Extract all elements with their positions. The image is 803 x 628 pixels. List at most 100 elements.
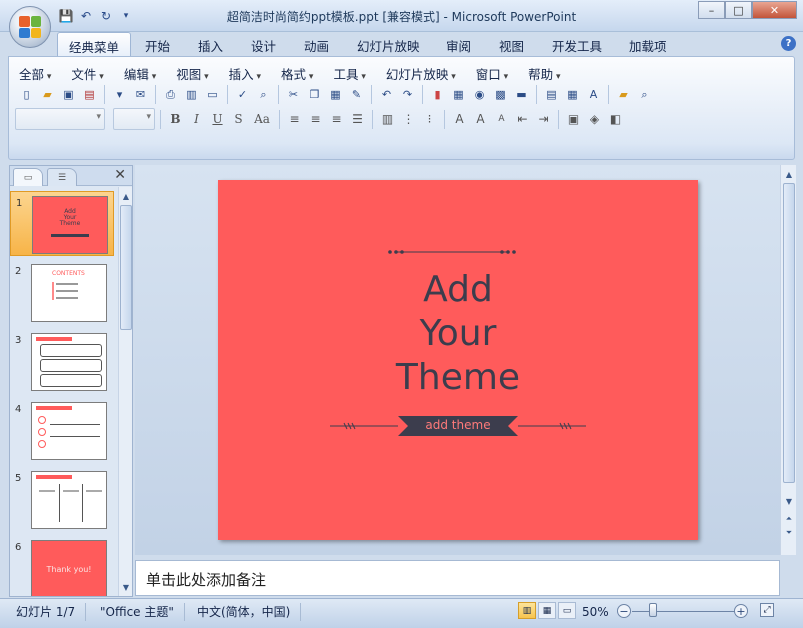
scroll-thumb[interactable] bbox=[120, 205, 132, 330]
bullets-icon[interactable]: ⁝ bbox=[420, 110, 439, 129]
slide-thumbnail-6[interactable]: 6 Thank you! bbox=[10, 536, 114, 596]
layout-icon[interactable]: ▭ bbox=[203, 85, 222, 104]
thumbnail-scrollbar[interactable]: ▲ ▼ bbox=[118, 187, 132, 596]
slideshow-icon[interactable]: ▭ bbox=[558, 602, 576, 619]
scroll-up-icon[interactable]: ▲ bbox=[120, 190, 132, 202]
print-icon[interactable]: ⎙ bbox=[161, 85, 180, 104]
align-left-icon[interactable]: ≡ bbox=[285, 110, 304, 129]
slide-thumbnail-1[interactable]: 1 Add Your Theme bbox=[10, 191, 114, 256]
print-preview-icon[interactable]: ▥ bbox=[182, 85, 201, 104]
maximize-button[interactable]: □ bbox=[725, 1, 752, 19]
menu-file[interactable]: 文件 bbox=[71, 64, 103, 83]
save-as-icon[interactable]: ▤ bbox=[80, 85, 99, 104]
notes-pane[interactable]: 单击此处添加备注 bbox=[135, 560, 780, 596]
tab-insert[interactable]: 插入 bbox=[198, 36, 223, 55]
new-slide-icon[interactable]: ▤ bbox=[542, 85, 561, 104]
table-icon[interactable]: ▦ bbox=[449, 85, 468, 104]
zoom-level[interactable]: 50% bbox=[582, 605, 609, 619]
help-icon[interactable]: ? bbox=[781, 36, 796, 51]
menu-slideshow[interactable]: 幻灯片放映 bbox=[386, 64, 456, 83]
menu-format[interactable]: 格式 bbox=[281, 64, 313, 83]
italic-button[interactable]: I bbox=[187, 110, 206, 129]
menu-edit[interactable]: 编辑 bbox=[124, 64, 156, 83]
layout-grid-icon[interactable]: ▦ bbox=[563, 85, 582, 104]
minimize-button[interactable]: – bbox=[698, 1, 725, 19]
slide-thumbnail-3[interactable]: 3 bbox=[10, 329, 114, 394]
undo-icon[interactable]: ↶ bbox=[377, 85, 396, 104]
tab-home[interactable]: 开始 bbox=[145, 36, 170, 55]
zoom-slider[interactable] bbox=[632, 611, 736, 612]
notes-placeholder[interactable]: 单击此处添加备注 bbox=[146, 569, 266, 590]
permission-icon[interactable]: ▾ bbox=[110, 85, 129, 104]
columns-icon[interactable]: ▥ bbox=[378, 110, 397, 129]
decrease-font-icon[interactable]: A bbox=[492, 110, 511, 129]
office-button[interactable] bbox=[9, 6, 51, 48]
copy-icon[interactable]: ❐ bbox=[305, 85, 324, 104]
increase-indent-icon[interactable]: ⇥ bbox=[534, 110, 553, 129]
slide-thumbnail-4[interactable]: 4 bbox=[10, 398, 114, 463]
language-indicator[interactable]: 中文(简体，中国) bbox=[197, 603, 302, 621]
shadow-button[interactable]: S bbox=[229, 110, 248, 129]
justify-icon[interactable]: ☰ bbox=[348, 110, 367, 129]
research-icon[interactable]: ⌕ bbox=[254, 85, 273, 104]
save-icon[interactable]: ▣ bbox=[59, 85, 78, 104]
decrease-indent-icon[interactable]: ⇤ bbox=[513, 110, 532, 129]
outline-tab-icon[interactable]: ☰ bbox=[47, 168, 77, 186]
close-button[interactable]: ✕ bbox=[752, 1, 797, 19]
theme-name[interactable]: "Office 主题" bbox=[100, 603, 185, 621]
new-icon[interactable]: ▯ bbox=[17, 85, 36, 104]
arrange-icon[interactable]: ▣ bbox=[564, 110, 583, 129]
chart-icon[interactable]: ▮ bbox=[428, 85, 447, 104]
next-slide-icon[interactable]: ⏷ bbox=[783, 527, 795, 539]
scroll-down-icon[interactable]: ▼ bbox=[120, 581, 132, 593]
slide-canvas[interactable]: Add Your Theme add theme bbox=[218, 180, 698, 540]
scroll-thumb[interactable] bbox=[783, 183, 795, 483]
zoom-in-icon[interactable]: + bbox=[734, 604, 748, 618]
bold-button[interactable]: B bbox=[166, 110, 185, 129]
align-center-icon[interactable]: ≡ bbox=[306, 110, 325, 129]
slide-thumbnail-2[interactable]: 2 CONTENTS bbox=[10, 260, 114, 325]
tab-view[interactable]: 视图 bbox=[499, 36, 524, 55]
font-color-icon[interactable]: A bbox=[450, 110, 469, 129]
quick-styles-icon[interactable]: ◈ bbox=[585, 110, 604, 129]
slides-tab-icon[interactable]: ▭ bbox=[13, 168, 43, 186]
underline-button[interactable]: U bbox=[208, 110, 227, 129]
font-size-combo[interactable] bbox=[113, 108, 155, 130]
close-panel-icon[interactable]: ✕ bbox=[114, 167, 126, 183]
increase-font-icon[interactable]: A bbox=[471, 110, 490, 129]
normal-view-icon[interactable]: ▥ bbox=[518, 602, 536, 619]
email-icon[interactable]: ✉ bbox=[131, 85, 150, 104]
open-icon[interactable]: ▰ bbox=[38, 85, 57, 104]
change-case-button[interactable]: Aa bbox=[250, 110, 274, 129]
slide-subtitle[interactable]: add theme bbox=[218, 418, 698, 432]
slide-sorter-icon[interactable]: ▦ bbox=[538, 602, 556, 619]
tab-review[interactable]: 审阅 bbox=[446, 36, 471, 55]
shape-fill-icon[interactable]: ◧ bbox=[606, 110, 625, 129]
editor-scrollbar[interactable]: ▲ ▼ ⏶ ⏷ bbox=[780, 165, 796, 555]
redo-icon[interactable]: ↷ bbox=[398, 85, 417, 104]
zoom-icon[interactable]: ⌕ bbox=[635, 85, 654, 104]
align-right-icon[interactable]: ≡ bbox=[327, 110, 346, 129]
image-icon[interactable]: ▩ bbox=[491, 85, 510, 104]
previous-slide-icon[interactable]: ⏶ bbox=[783, 513, 795, 525]
scroll-down-icon[interactable]: ▼ bbox=[783, 495, 795, 507]
slide-title[interactable]: Add Your Theme bbox=[218, 268, 698, 400]
tab-developer[interactable]: 开发工具 bbox=[552, 36, 602, 55]
zoom-out-icon[interactable]: − bbox=[617, 604, 631, 618]
cut-icon[interactable]: ✂ bbox=[284, 85, 303, 104]
menu-view[interactable]: 视图 bbox=[176, 64, 208, 83]
tab-design[interactable]: 设计 bbox=[251, 36, 276, 55]
tab-addins[interactable]: 加载项 bbox=[629, 36, 667, 55]
menu-all[interactable]: 全部 bbox=[19, 64, 51, 83]
font-name-combo[interactable] bbox=[15, 108, 105, 130]
smartart-icon[interactable]: ◉ bbox=[470, 85, 489, 104]
textbox-icon[interactable]: A bbox=[584, 85, 603, 104]
menu-help[interactable]: 帮助 bbox=[528, 64, 560, 83]
menu-window[interactable]: 窗口 bbox=[476, 64, 508, 83]
menu-insert[interactable]: 插入 bbox=[229, 64, 261, 83]
zoom-slider-knob[interactable] bbox=[648, 603, 657, 617]
folder-icon[interactable]: ▰ bbox=[614, 85, 633, 104]
fit-to-window-icon[interactable]: ⤢ bbox=[760, 603, 774, 617]
spelling-icon[interactable]: ✓ bbox=[233, 85, 252, 104]
shapes-icon[interactable]: ▬ bbox=[512, 85, 531, 104]
